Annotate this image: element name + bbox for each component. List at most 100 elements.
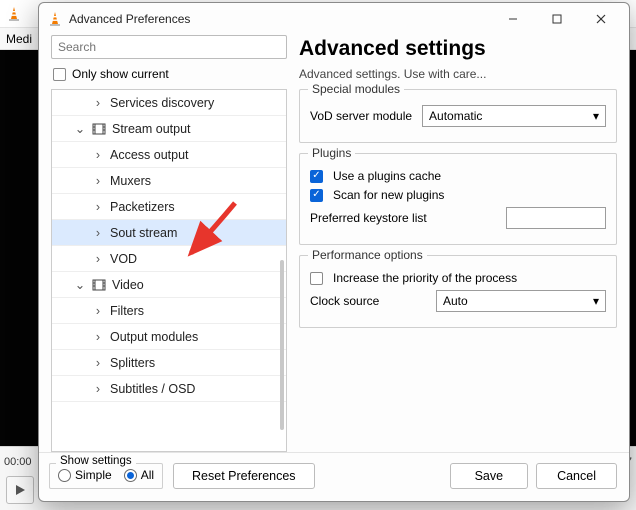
- category-tree[interactable]: › Services discovery ⌄ Stream output › Access…: [51, 89, 287, 452]
- increase-priority-checkbox[interactable]: [310, 272, 323, 285]
- chevron-right-icon[interactable]: ›: [92, 96, 104, 110]
- tree-row-label: Sout stream: [110, 226, 177, 240]
- chevron-down-icon[interactable]: ⌄: [74, 277, 86, 292]
- use-plugins-cache-label: Use a plugins cache: [333, 169, 441, 183]
- film-icon: [92, 122, 106, 136]
- chevron-down-icon: ▾: [593, 109, 599, 123]
- close-icon: [596, 14, 606, 24]
- advanced-preferences-dialog: Advanced Preferences Only show current ›…: [38, 2, 630, 502]
- save-button[interactable]: Save: [450, 463, 529, 489]
- chevron-down-icon[interactable]: ⌄: [74, 121, 86, 136]
- minimize-button[interactable]: [491, 4, 535, 34]
- tree-row-label: Access output: [110, 148, 189, 162]
- maximize-icon: [552, 14, 562, 24]
- reset-preferences-button[interactable]: Reset Preferences: [173, 463, 315, 489]
- radio-all-label: All: [141, 468, 154, 482]
- scan-new-plugins-row[interactable]: Scan for new plugins: [310, 188, 606, 202]
- scan-new-plugins-label: Scan for new plugins: [333, 188, 444, 202]
- vod-module-label: VoD server module: [310, 109, 412, 123]
- tree-row-label: Splitters: [110, 356, 155, 370]
- chevron-right-icon[interactable]: ›: [92, 356, 104, 370]
- group-performance: Performance options Increase the priorit…: [299, 255, 617, 328]
- tree-row-label: Subtitles / OSD: [110, 382, 195, 396]
- use-plugins-cache-row[interactable]: Use a plugins cache: [310, 169, 606, 183]
- tree-row-label: Muxers: [110, 174, 151, 188]
- tree-row[interactable]: › Output modules: [52, 324, 286, 350]
- chevron-right-icon[interactable]: ›: [92, 252, 104, 266]
- scan-new-plugins-checkbox[interactable]: [310, 189, 323, 202]
- search-input[interactable]: [51, 35, 287, 59]
- close-button[interactable]: [579, 4, 623, 34]
- page-heading: Advanced settings: [299, 37, 617, 61]
- tree-row[interactable]: › Packetizers: [52, 194, 286, 220]
- tree-row[interactable]: › VOD: [52, 246, 286, 272]
- play-icon: [14, 484, 26, 496]
- chevron-right-icon[interactable]: ›: [92, 304, 104, 318]
- tree-row-label: Stream output: [112, 122, 191, 136]
- tree-row[interactable]: ⌄ Video: [52, 272, 286, 298]
- group-special-modules: Special modules VoD server module Automa…: [299, 89, 617, 143]
- tree-row[interactable]: ⌄ Stream output: [52, 116, 286, 142]
- only-show-current-checkbox[interactable]: [53, 68, 66, 81]
- tree-row-label: Video: [112, 278, 144, 292]
- menu-item-media[interactable]: Medi: [6, 32, 32, 46]
- increase-priority-label: Increase the priority of the process: [333, 271, 517, 285]
- left-pane: Only show current › Services discovery ⌄ St…: [51, 35, 287, 452]
- show-settings-legend: Show settings: [56, 455, 136, 467]
- dialog-footer: Show settings Simple All Reset Preferenc…: [39, 452, 629, 501]
- chevron-right-icon[interactable]: ›: [92, 330, 104, 344]
- group-legend: Special modules: [308, 82, 404, 96]
- group-legend: Plugins: [308, 146, 355, 160]
- dialog-titlebar[interactable]: Advanced Preferences: [39, 3, 629, 35]
- pref-keystore-label: Preferred keystore list: [310, 211, 427, 225]
- tree-row[interactable]: › Access output: [52, 142, 286, 168]
- increase-priority-row[interactable]: Increase the priority of the process: [310, 271, 606, 285]
- tree-row-label: VOD: [110, 252, 137, 266]
- film-icon: [92, 278, 106, 292]
- tree-row[interactable]: › Splitters: [52, 350, 286, 376]
- tree-row[interactable]: › Services discovery: [52, 90, 286, 116]
- play-button[interactable]: [6, 476, 34, 504]
- tree-scrollbar[interactable]: [280, 260, 284, 430]
- elapsed-time: 00:00: [4, 456, 32, 468]
- tree-row-label: Filters: [110, 304, 144, 318]
- tree-row-label: Output modules: [110, 330, 198, 344]
- tree-row-label: Packetizers: [110, 200, 175, 214]
- chevron-right-icon[interactable]: ›: [92, 174, 104, 188]
- cancel-button[interactable]: Cancel: [536, 463, 617, 489]
- group-plugins: Plugins Use a plugins cache Scan for new…: [299, 153, 617, 245]
- chevron-right-icon[interactable]: ›: [92, 200, 104, 214]
- page-subtitle: Advanced settings. Use with care...: [299, 67, 617, 81]
- clock-source-select[interactable]: Auto ▾: [436, 290, 606, 312]
- group-legend: Performance options: [308, 248, 427, 262]
- vlc-cone-icon: [6, 6, 22, 22]
- radio-simple[interactable]: Simple: [58, 468, 112, 482]
- radio-all-input[interactable]: [124, 469, 137, 482]
- right-pane: Advanced settings Advanced settings. Use…: [299, 35, 617, 452]
- only-show-current-row[interactable]: Only show current: [51, 65, 287, 83]
- maximize-button[interactable]: [535, 4, 579, 34]
- chevron-right-icon[interactable]: ›: [92, 226, 104, 240]
- dialog-title: Advanced Preferences: [69, 12, 190, 26]
- tree-row-label: Services discovery: [110, 96, 214, 110]
- minimize-icon: [508, 14, 518, 24]
- vod-module-value: Automatic: [429, 109, 482, 123]
- chevron-down-icon: ▾: [593, 294, 599, 308]
- vlc-cone-icon: [47, 11, 63, 27]
- pref-keystore-input[interactable]: [506, 207, 606, 229]
- chevron-right-icon[interactable]: ›: [92, 148, 104, 162]
- clock-source-label: Clock source: [310, 294, 379, 308]
- tree-row[interactable]: › Filters: [52, 298, 286, 324]
- tree-row[interactable]: › Sout stream: [52, 220, 286, 246]
- show-settings-group: Show settings Simple All: [49, 463, 163, 489]
- use-plugins-cache-checkbox[interactable]: [310, 170, 323, 183]
- clock-source-value: Auto: [443, 294, 468, 308]
- tree-row[interactable]: › Muxers: [52, 168, 286, 194]
- radio-all[interactable]: All: [124, 468, 154, 482]
- chevron-right-icon[interactable]: ›: [92, 382, 104, 396]
- tree-row[interactable]: › Subtitles / OSD: [52, 376, 286, 402]
- only-show-current-label: Only show current: [72, 67, 169, 81]
- radio-simple-label: Simple: [75, 468, 112, 482]
- vod-module-select[interactable]: Automatic ▾: [422, 105, 606, 127]
- radio-simple-input[interactable]: [58, 469, 71, 482]
